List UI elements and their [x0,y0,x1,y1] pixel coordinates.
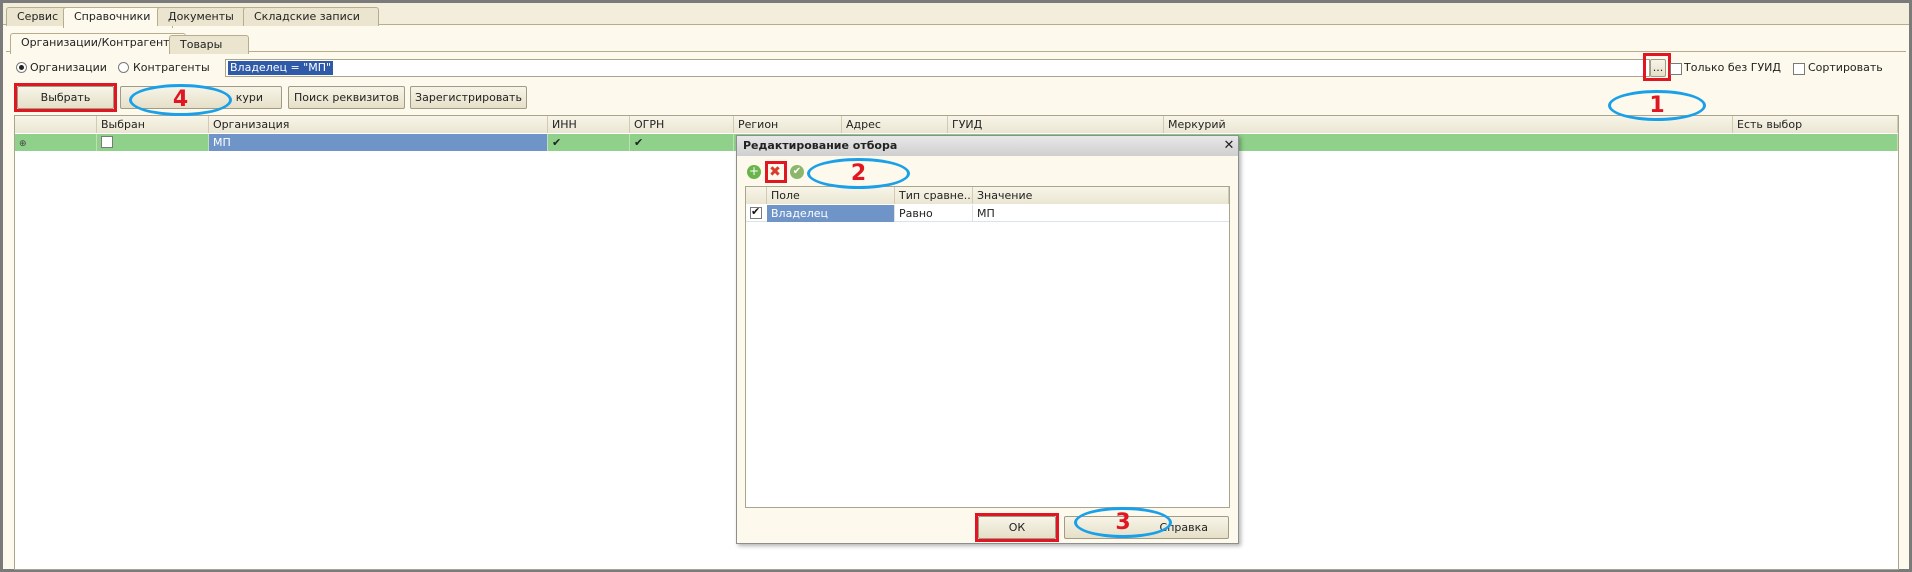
annotation-box-3 [975,513,1059,542]
column-header-inn[interactable]: ИНН [548,116,630,133]
row-selected-checkbox[interactable] [101,136,113,148]
row-field-cell[interactable]: Владелец [767,205,895,222]
sort-checkbox[interactable] [1793,63,1805,75]
register-button[interactable]: Зарегистрировать [410,86,527,109]
column-header-has-choice[interactable]: Есть выбор [1733,116,1898,133]
column-header-address[interactable]: Адрес [842,116,948,133]
sort-label: Сортировать [1808,61,1883,74]
annotation-box-1 [1643,53,1671,81]
column-header-compare[interactable]: Тип сравне... [895,187,973,204]
row-expand-cell[interactable]: ⊕ [15,134,97,151]
filter-edit-dialog: Редактирование отбора ✕ + ✖ ✔ Поле Тип с… [736,135,1239,544]
filter-field[interactable]: Владелец = "МП" [225,59,1650,77]
column-header-tree[interactable] [15,116,97,133]
column-header-enabled [746,187,767,204]
column-header-selected[interactable]: Выбран [97,116,209,133]
check-icon: ✔ [634,136,644,149]
row-selected-cell[interactable] [97,134,209,151]
column-header-organization[interactable]: Организация [209,116,548,133]
sub-tab-divider [6,51,1906,52]
only-no-guid-label: Только без ГУИД [1684,61,1781,74]
dialog-title: Редактирование отбора [737,136,1238,156]
row-value-cell[interactable]: МП [973,205,1229,222]
row-org-cell[interactable]: МП [209,134,548,151]
annotation-oval-1: 1 [1608,90,1706,121]
add-icon[interactable]: + [747,165,761,179]
tab-org-contractors[interactable]: Организации/Контрагенты [10,33,186,54]
row-has-choice-cell [1733,134,1898,151]
annotation-oval-2: 2 [807,158,910,189]
column-header-ogrn[interactable]: ОГРН [630,116,734,133]
filter-value: Владелец = "МП" [228,61,334,75]
row-enabled-checkbox[interactable] [750,205,762,219]
search-requisites-button[interactable]: Поиск реквизитов [288,86,405,109]
only-no-guid-checkbox[interactable] [1670,63,1682,75]
radio-organizations[interactable] [16,62,27,73]
annotation-oval-3: 3 [1074,507,1172,538]
column-header-region[interactable]: Регион [734,116,842,133]
tab-goods[interactable]: Товары [169,35,249,54]
annotation-box-2 [765,161,787,183]
check-all-icon[interactable]: ✔ [790,165,804,179]
close-icon[interactable]: ✕ [1222,138,1236,154]
table-row[interactable]: Владелец Равно МП [746,205,1229,222]
column-header-value[interactable]: Значение [973,187,1229,204]
row-ogrn-cell: ✔ [630,134,734,151]
check-icon: ✔ [552,136,562,149]
radio-contractors-label: Контрагенты [133,61,210,74]
annotation-oval-4: 4 [129,84,232,116]
row-inn-cell: ✔ [548,134,630,151]
expand-icon[interactable]: ⊕ [19,139,27,149]
row-compare-cell[interactable]: Равно [895,205,973,222]
column-header-guid[interactable]: ГУИД [948,116,1164,133]
column-header-field[interactable]: Поле [767,187,895,204]
radio-contractors[interactable] [118,62,129,73]
radio-organizations-label: Организации [30,61,107,74]
annotation-box-4 [14,83,117,112]
filter-table[interactable]: Поле Тип сравне... Значение Владелец Рав… [745,186,1230,508]
tab-warehouse-records[interactable]: Складские записи [243,7,379,26]
